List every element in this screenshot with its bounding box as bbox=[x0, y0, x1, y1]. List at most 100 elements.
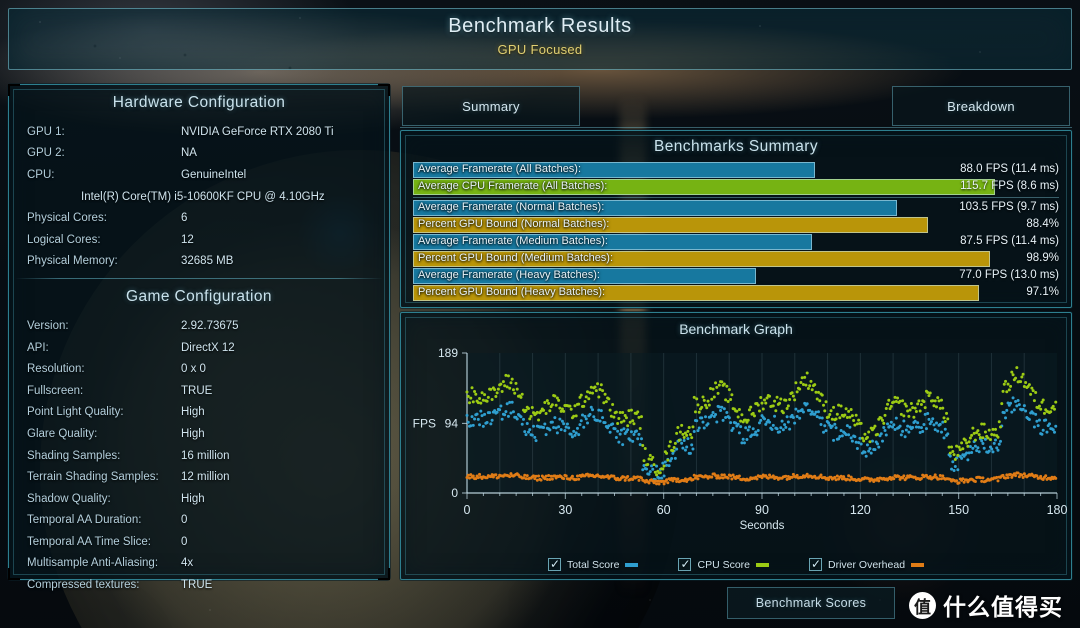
corner-accent-top-right bbox=[378, 84, 390, 96]
legend-label: Driver Overhead bbox=[828, 558, 906, 571]
legend-label: Total Score bbox=[566, 558, 620, 571]
config-row: GPU 2: NA bbox=[9, 143, 389, 165]
config-row-value: TRUE bbox=[181, 579, 213, 592]
config-row-value: 2.92.73675 bbox=[181, 319, 239, 332]
config-row: Physical Memory: 32685 MB bbox=[9, 251, 389, 273]
config-row-value: High bbox=[181, 427, 205, 440]
config-row: Resolution: 0 x 0 bbox=[9, 358, 389, 380]
config-row: Temporal AA Duration: 0 bbox=[9, 510, 389, 532]
tab-bar: Summary Breakdown bbox=[400, 84, 1072, 128]
benchmarks-summary-panel: Benchmarks Summary Average Framerate (Al… bbox=[400, 130, 1072, 308]
tab-breakdown[interactable]: Breakdown bbox=[892, 86, 1070, 126]
legend-item[interactable]: CPU Score bbox=[678, 557, 769, 571]
config-row-value: NA bbox=[181, 147, 197, 160]
summary-bar-value: 77.0 FPS (13.0 ms) bbox=[959, 269, 1059, 281]
config-row-key: API: bbox=[27, 341, 49, 354]
configuration-panel: Hardware Configuration GPU 1: NVIDIA GeFo… bbox=[8, 84, 390, 591]
svg-text:94: 94 bbox=[445, 416, 459, 430]
config-row-key: Point Light Quality: bbox=[27, 406, 124, 419]
legend-color-swatch bbox=[625, 562, 639, 567]
legend-item[interactable]: Driver Overhead bbox=[809, 557, 925, 571]
app-root: Benchmark Results GPU Focused Hardware C… bbox=[0, 0, 1080, 628]
svg-text:60: 60 bbox=[657, 503, 671, 517]
legend-checkbox[interactable] bbox=[809, 557, 822, 571]
config-row: Version: 2.92.73675 bbox=[9, 315, 389, 337]
config-row-value: 32685 MB bbox=[181, 255, 234, 268]
svg-text:150: 150 bbox=[948, 503, 969, 517]
config-row-key: Version: bbox=[27, 319, 69, 332]
legend-item[interactable]: Total Score bbox=[547, 557, 639, 571]
summary-bar-value: 97.1% bbox=[1026, 286, 1059, 298]
config-row: Compressed textures: TRUE bbox=[9, 574, 389, 596]
config-row-value: NVIDIA GeForce RTX 2080 Ti bbox=[181, 125, 334, 138]
svg-text:0: 0 bbox=[464, 503, 471, 517]
benchmark-scores-button[interactable]: Benchmark Scores bbox=[727, 587, 895, 619]
summary-bar-value: 87.5 FPS (11.4 ms) bbox=[960, 235, 1059, 247]
config-row-value: 12 bbox=[181, 233, 194, 246]
config-row-value: 0 x 0 bbox=[181, 363, 206, 376]
hardware-config-rows: GPU 1: NVIDIA GeForce RTX 2080 Ti GPU 2: NA… bbox=[9, 121, 389, 272]
hardware-config-title: Hardware Configuration bbox=[112, 94, 286, 111]
config-row: Shadow Quality: High bbox=[9, 488, 389, 510]
summary-bar-row: Average CPU Framerate (All Batches): 115.… bbox=[413, 179, 1059, 195]
config-row: Multisample Anti-Aliasing: 4x bbox=[9, 553, 389, 575]
watermark-text: 什么值得买 bbox=[943, 595, 1063, 621]
config-row-key: Shading Samples: bbox=[27, 449, 121, 462]
summary-bar-value: 103.5 FPS (9.7 ms) bbox=[959, 201, 1059, 213]
watermark: 值 什么值得买 bbox=[903, 585, 1069, 625]
tab-summary[interactable]: Summary bbox=[402, 86, 580, 126]
config-row-value: 6 bbox=[181, 212, 188, 225]
config-row: Logical Cores: 12 bbox=[9, 229, 389, 251]
benchmark-scatter-plot: 0 94 189 FPS 0 30 60 90 120 150 180 Seconds bbox=[413, 346, 1068, 532]
bar-group-separator bbox=[413, 197, 1059, 198]
summary-bar-label: Average Framerate (Normal Batches): bbox=[418, 201, 605, 213]
summary-bar-row: Percent GPU Bound (Heavy Batches): 97.1% bbox=[413, 285, 1059, 301]
legend-color-swatch bbox=[756, 562, 769, 567]
legend-checkbox[interactable] bbox=[678, 557, 692, 571]
config-row-value: 4x bbox=[181, 557, 194, 570]
config-row: Temporal AA Time Slice: 0 bbox=[9, 531, 389, 553]
config-row-value: 0 bbox=[181, 514, 188, 527]
svg-text:30: 30 bbox=[558, 503, 572, 517]
config-row-key: Terrain Shading Samples: bbox=[27, 471, 159, 484]
config-row: Intel(R) Core(TM) i5-10600KF CPU @ 4.10G… bbox=[9, 186, 389, 208]
svg-text:120: 120 bbox=[850, 503, 871, 517]
game-config-title: Game Configuration bbox=[126, 288, 272, 306]
config-row-value: 0 bbox=[181, 535, 188, 548]
summary-bar-label: Average Framerate (Medium Batches): bbox=[418, 235, 608, 247]
config-row: Point Light Quality: High bbox=[9, 402, 389, 424]
config-row-value: 12 million bbox=[181, 471, 230, 484]
svg-text:180: 180 bbox=[1047, 503, 1068, 517]
summary-bar-label: Percent GPU Bound (Normal Batches): bbox=[418, 218, 610, 230]
config-row-key: Glare Quality: bbox=[27, 427, 98, 440]
config-row-value: GenuineIntel bbox=[181, 168, 247, 181]
config-row: Shading Samples: 16 million bbox=[9, 445, 389, 467]
config-row: API: DirectX 12 bbox=[9, 337, 389, 359]
config-row-value: High bbox=[181, 406, 205, 419]
config-row-key: CPU: bbox=[27, 168, 55, 181]
summary-bar-row: Percent GPU Bound (Medium Batches): 98.9% bbox=[413, 251, 1059, 267]
config-row: Terrain Shading Samples: 12 million bbox=[9, 466, 389, 488]
summary-bar-label: Percent GPU Bound (Medium Batches): bbox=[418, 252, 614, 264]
svg-text:0: 0 bbox=[451, 486, 458, 500]
tab-underline bbox=[400, 127, 1072, 128]
watermark-logo-icon: 值 bbox=[909, 591, 936, 619]
summary-bar-label: Average CPU Framerate (All Batches): bbox=[418, 180, 608, 192]
page-subtitle: GPU Focused bbox=[497, 42, 583, 57]
summary-bar-row: Average Framerate (Medium Batches): 87.5 … bbox=[413, 234, 1059, 250]
benchmark-graph-panel: Benchmark Graph 0 94 189 FPS 0 30 60 90 120 150 18… bbox=[400, 312, 1072, 580]
config-row-value: TRUE bbox=[181, 384, 213, 397]
config-row-key: Fullscreen: bbox=[27, 384, 84, 397]
game-config-rows: Version: 2.92.73675 API: DirectX 12 Resoluti… bbox=[9, 315, 389, 596]
svg-text:90: 90 bbox=[755, 503, 769, 517]
config-row: GPU 1: NVIDIA GeForce RTX 2080 Ti bbox=[9, 121, 389, 143]
benchmarks-summary-title: Benchmarks Summary bbox=[654, 138, 818, 155]
summary-bar-label: Average Framerate (Heavy Batches): bbox=[418, 269, 600, 281]
summary-bar-value: 88.0 FPS (11.4 ms) bbox=[960, 163, 1059, 175]
corner-accent-bottom-left bbox=[8, 568, 20, 580]
legend-color-swatch bbox=[911, 562, 925, 567]
config-row-key: Physical Memory: bbox=[27, 255, 118, 268]
config-row-value: High bbox=[181, 492, 205, 505]
config-row: CPU: GenuineIntel bbox=[9, 164, 389, 186]
legend-checkbox[interactable] bbox=[547, 557, 561, 571]
